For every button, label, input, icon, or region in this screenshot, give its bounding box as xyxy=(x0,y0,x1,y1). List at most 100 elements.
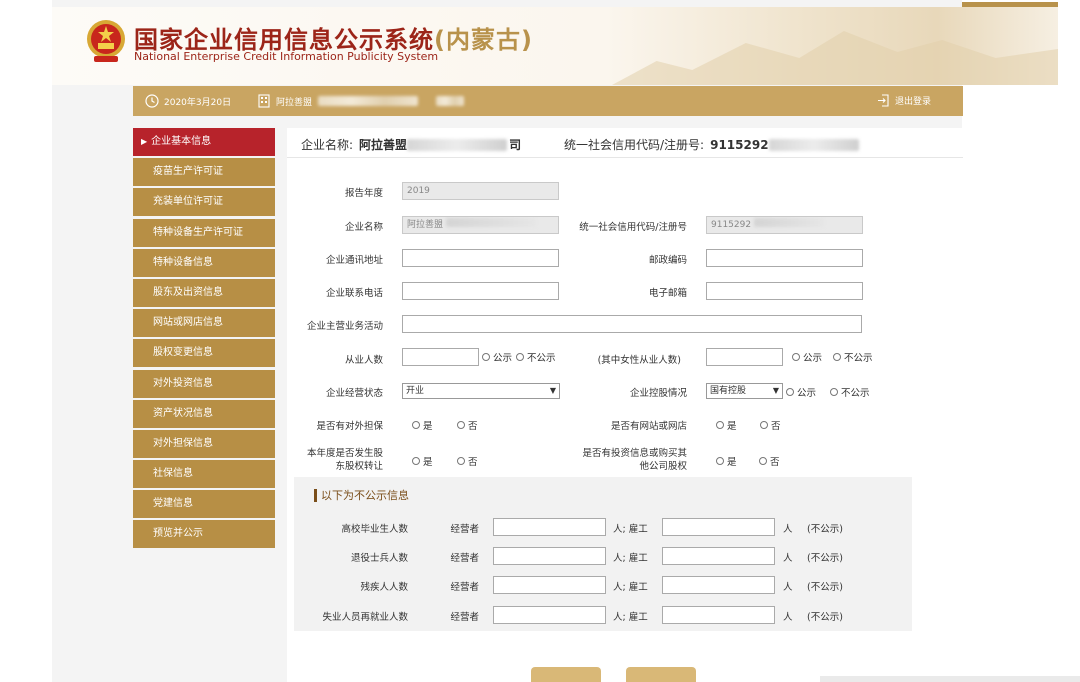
national-emblem-icon xyxy=(87,20,125,62)
website-no-radio[interactable]: 否 xyxy=(760,418,781,432)
employees-input[interactable] xyxy=(402,348,479,366)
graduates-employee-input[interactable] xyxy=(662,518,775,536)
radio-circle xyxy=(833,353,841,361)
sidebar-item-special-equipment-info[interactable]: 特种设备信息 xyxy=(133,248,275,277)
not-public-note: (不公示) xyxy=(807,553,843,564)
report-year-field[interactable]: 2019 xyxy=(402,182,559,200)
radio-circle xyxy=(760,421,768,429)
logout-button[interactable]: 退出登录 xyxy=(877,94,931,107)
employees-public-radio[interactable]: 公示 xyxy=(482,350,512,364)
company-name-field[interactable]: 阿拉善盟 xyxy=(402,216,559,234)
radio-circle xyxy=(716,421,724,429)
email-label: 电子邮箱 xyxy=(648,288,687,299)
title-marker xyxy=(314,488,317,502)
disabled-employee-input[interactable] xyxy=(662,576,775,594)
person-label: 人 xyxy=(783,524,793,535)
credit-code-field[interactable]: 9115292 xyxy=(706,216,863,234)
radio-circle xyxy=(830,388,838,396)
radio-circle xyxy=(412,421,420,429)
address-input[interactable] xyxy=(402,249,559,267)
operator-label: 经营者 xyxy=(450,553,479,564)
radio-circle xyxy=(412,457,420,465)
guarantee-no-radio[interactable]: 否 xyxy=(457,418,478,432)
phone-label: 企业联系电话 xyxy=(325,288,383,299)
website-yes-radio[interactable]: 是 xyxy=(716,418,737,432)
equity-transfer-label: 本年度是否发生股 东股权转让 xyxy=(306,448,383,472)
sidebar-item-website[interactable]: 网站或网店信息 xyxy=(133,309,275,338)
female-public-radio[interactable]: 公示 xyxy=(792,350,822,364)
business-input[interactable] xyxy=(402,315,862,333)
guarantee-yes-radio[interactable]: 是 xyxy=(412,418,433,432)
taskbar-strip xyxy=(820,676,1080,682)
holding-select[interactable]: 国有控股 ▼ xyxy=(706,383,783,399)
holding-public-radio[interactable]: 公示 xyxy=(786,385,816,399)
radio-circle xyxy=(716,457,724,465)
veterans-operator-input[interactable] xyxy=(493,547,606,565)
submit-button[interactable] xyxy=(626,667,696,682)
nonpublic-title: 以下为不公示信息 xyxy=(314,487,409,503)
reemployed-operator-input[interactable] xyxy=(493,606,606,624)
status-select[interactable]: 开业 ▼ xyxy=(402,383,560,399)
radio-circle xyxy=(482,353,490,361)
redacted-code xyxy=(768,138,859,151)
company-name-display: 企业名称: 阿拉善盟 司 xyxy=(301,138,522,152)
save-button[interactable] xyxy=(531,667,601,682)
user-display: 阿拉善盟 xyxy=(258,94,465,108)
sidebar-item-party[interactable]: 党建信息 xyxy=(133,490,275,519)
veterans-employee-input[interactable] xyxy=(662,547,775,565)
person-label: 人 xyxy=(783,582,793,593)
radio-circle xyxy=(792,353,800,361)
credit-code-label: 统一社会信用代码/注册号 xyxy=(579,222,687,233)
equity-transfer-no-radio[interactable]: 否 xyxy=(457,454,478,468)
status-label: 企业经营状态 xyxy=(325,388,383,399)
redacted-company xyxy=(407,138,508,151)
date-display: 2020年3月20日 xyxy=(145,94,231,108)
equity-transfer-yes-radio[interactable]: 是 xyxy=(412,454,433,468)
chevron-down-icon: ▼ xyxy=(772,386,779,395)
sidebar-item-filling-license[interactable]: 充装单位许可证 xyxy=(133,188,275,217)
graduates-operator-input[interactable] xyxy=(493,518,606,536)
investment-label: 是否有投资信息或购买其 他公司股权 xyxy=(582,448,687,472)
postcode-input[interactable] xyxy=(706,249,863,267)
sidebar-item-shareholders[interactable]: 股东及出资信息 xyxy=(133,278,275,307)
system-title-en: National Enterprise Credit Information P… xyxy=(134,50,439,63)
sidebar-item-special-equipment-license[interactable]: 特种设备生产许可证 xyxy=(133,218,275,247)
female-employees-input[interactable] xyxy=(706,348,783,366)
investment-yes-radio[interactable]: 是 xyxy=(716,454,737,468)
date-text: 2020年3月20日 xyxy=(164,97,232,108)
sidebar-item-guarantee[interactable]: 对外担保信息 xyxy=(133,429,275,458)
sidebar-item-vaccine-license[interactable]: 疫苗生产许可证 xyxy=(133,158,275,187)
email-input[interactable] xyxy=(706,282,863,300)
person-employee-label: 人; 雇工 xyxy=(613,582,648,593)
sidebar: ▶ 企业基本信息 疫苗生产许可证 充装单位许可证 特种设备生产许可证 特种设备信息… xyxy=(133,128,275,551)
sidebar-item-assets[interactable]: 资产状况信息 xyxy=(133,399,275,428)
redacted-field xyxy=(445,218,536,227)
person-employee-label: 人; 雇工 xyxy=(613,524,648,535)
phone-input[interactable] xyxy=(402,282,559,300)
business-label: 企业主营业务活动 xyxy=(306,321,383,332)
sidebar-item-social-security[interactable]: 社保信息 xyxy=(133,460,275,489)
not-public-note: (不公示) xyxy=(807,524,843,535)
person-employee-label: 人; 雇工 xyxy=(613,553,648,564)
radio-circle xyxy=(786,388,794,396)
report-year-label: 报告年度 xyxy=(344,188,383,199)
website-label: 是否有网站或网店 xyxy=(610,421,687,432)
employees-not-public-radio[interactable]: 不公示 xyxy=(516,350,556,364)
disabled-label: 残疾人人数 xyxy=(360,582,408,593)
investment-no-radio[interactable]: 否 xyxy=(759,454,780,468)
sidebar-item-equity-change[interactable]: 股权变更信息 xyxy=(133,339,275,368)
female-not-public-radio[interactable]: 不公示 xyxy=(833,350,873,364)
holding-label: 企业控股情况 xyxy=(629,388,687,399)
redacted-name xyxy=(318,96,419,106)
sidebar-item-basic-info[interactable]: ▶ 企业基本信息 xyxy=(133,128,275,156)
sidebar-item-preview-publish[interactable]: 预览并公示 xyxy=(133,520,275,549)
main-panel: 企业名称: 阿拉善盟 司 统一社会信用代码/注册号: 9115292 报告年度 20… xyxy=(287,128,963,682)
postcode-label: 邮政编码 xyxy=(648,255,687,266)
holding-not-public-radio[interactable]: 不公示 xyxy=(830,385,870,399)
disabled-operator-input[interactable] xyxy=(493,576,606,594)
sidebar-item-investment[interactable]: 对外投资信息 xyxy=(133,369,275,398)
person-label: 人 xyxy=(783,612,793,623)
redacted-name-2 xyxy=(436,96,465,106)
reemployed-employee-input[interactable] xyxy=(662,606,775,624)
chevron-down-icon: ▼ xyxy=(549,386,556,395)
